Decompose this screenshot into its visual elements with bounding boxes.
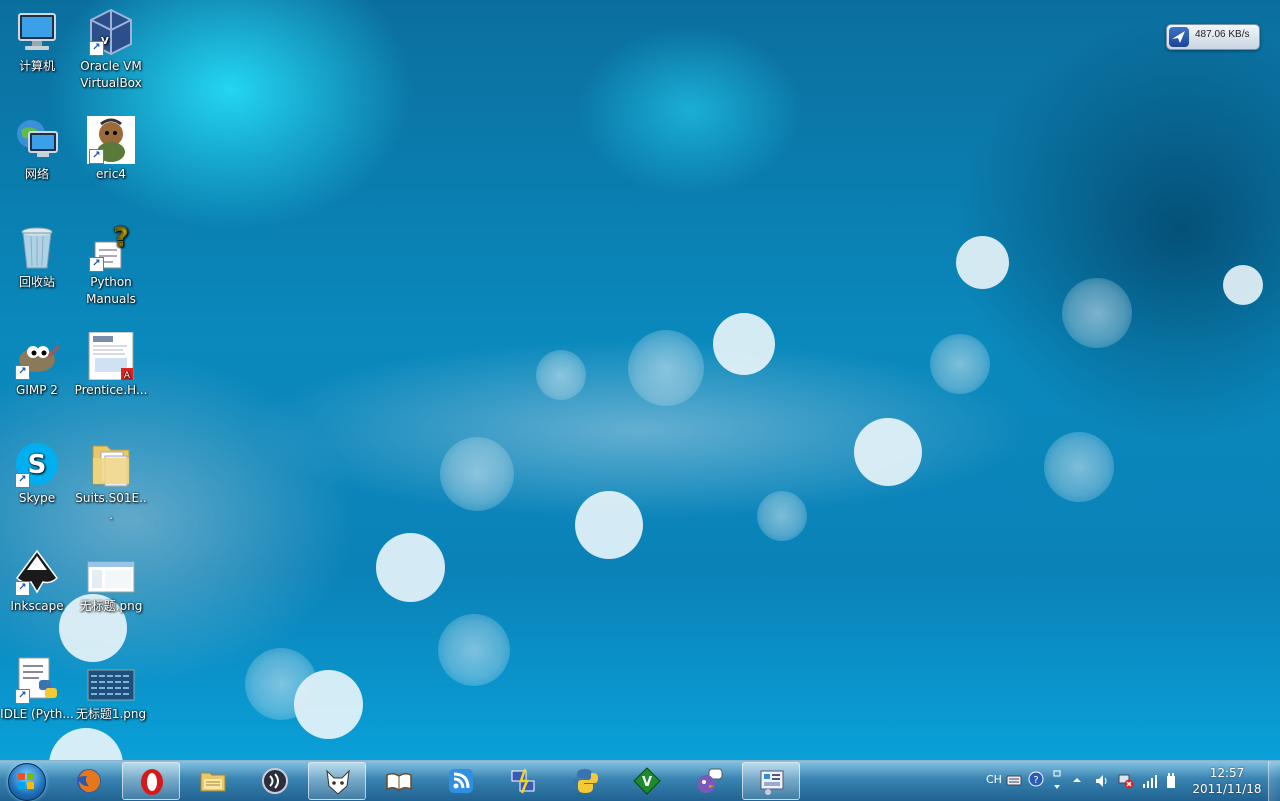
desktop-icon-label: 网络 — [24, 167, 49, 181]
desktop-icon-label: 回收站 — [18, 275, 55, 289]
taskbar-book-reader[interactable] — [370, 762, 428, 800]
network-tool-icon — [511, 768, 535, 794]
desktop-icon-folder[interactable]: Suits.S01E... — [74, 440, 148, 524]
image-file-icon — [87, 656, 135, 704]
windows-logo-icon — [18, 773, 34, 789]
vim-icon: V — [633, 767, 661, 795]
desktop-icon-label: Python Manuals — [86, 275, 136, 306]
file-explorer-icon — [200, 772, 226, 792]
book-reader-icon — [386, 772, 412, 791]
image-file-icon — [87, 548, 135, 596]
desktop-icon-label: GIMP 2 — [16, 383, 58, 397]
taskbar-firefox[interactable] — [60, 762, 118, 800]
desktop-icon-label: Prentice.H... — [74, 383, 148, 397]
svg-text:?: ? — [1033, 775, 1038, 786]
clock-date: 2011/11/18 — [1192, 782, 1262, 796]
volume-icon[interactable] — [1094, 773, 1110, 789]
desktop[interactable]: 计算机 网络 回收站 ↗ GIMP 2 S ↗ Skype ↗ Inkscape — [0, 0, 1280, 760]
desktop-icon-label: 无标题1.png — [75, 707, 147, 721]
system-tray: CH ? — [982, 761, 1182, 801]
gimp-icon: ↗ — [13, 332, 61, 380]
firefox-icon — [77, 769, 101, 793]
svg-text:S: S — [28, 450, 47, 480]
desktop-icon-eric4[interactable]: ↗ eric4 — [74, 116, 148, 183]
taskbar-network-tool[interactable] — [494, 762, 552, 800]
desktop-icon-virtualbox[interactable]: V ↗ Oracle VM VirtualBox — [74, 8, 148, 92]
desktop-icon-computer[interactable]: 计算机 — [0, 8, 74, 75]
recycle-bin-icon — [13, 224, 61, 272]
control-panel-icon — [760, 770, 784, 795]
taskbar-media-player[interactable] — [246, 762, 304, 800]
taskbar: V CH ? 12:57 2011/11/18 — [0, 760, 1280, 801]
show-desktop-button[interactable] — [1268, 761, 1280, 801]
desktop-icon-inkscape[interactable]: ↗ Inkscape — [0, 548, 74, 615]
taskbar-foxmail[interactable] — [308, 762, 366, 800]
taskbar-opera[interactable] — [122, 762, 180, 800]
desktop-icon-idle[interactable]: ↗ IDLE (Pyth... — [0, 656, 74, 723]
signal-strength-icon[interactable] — [1142, 773, 1158, 789]
taskbar-python[interactable] — [556, 762, 614, 800]
desktop-icon-recycle-bin[interactable]: 回收站 — [0, 224, 74, 291]
network-icon — [13, 116, 61, 164]
network-speed-value: 487.06 KB/s — [1195, 29, 1250, 40]
help-icon[interactable]: ? — [1028, 771, 1044, 787]
taskbar-control-panel[interactable] — [742, 762, 800, 800]
desktop-icon-label: eric4 — [96, 167, 126, 181]
svg-text:?: ? — [113, 224, 128, 253]
clock[interactable]: 12:57 2011/11/18 — [1186, 765, 1268, 797]
skype-icon: S ↗ — [13, 440, 61, 488]
desktop-icon-gimp[interactable]: ↗ GIMP 2 — [0, 332, 74, 399]
power-icon[interactable] — [1164, 772, 1178, 790]
python-icon — [572, 769, 598, 793]
desktop-icon-label: 计算机 — [18, 59, 55, 73]
desktop-icon-image-2[interactable]: 无标题1.png — [74, 656, 148, 723]
computer-icon — [13, 8, 61, 56]
foxmail-icon — [326, 769, 350, 795]
taskbar-vim[interactable]: V — [618, 762, 676, 800]
keyboard-icon[interactable] — [1006, 773, 1022, 787]
network-speed-meter[interactable]: 487.06 KB/s — [1166, 24, 1260, 50]
desktop-icon-label: 无标题.png — [79, 599, 143, 613]
desktop-icon-label: IDLE (Pyth... — [0, 707, 74, 721]
clock-time: 12:57 — [1209, 766, 1245, 780]
start-button[interactable] — [4, 762, 50, 801]
desktop-icon-label: Skype — [18, 491, 56, 505]
language-indicator[interactable]: CH — [986, 773, 1002, 786]
tray-expand-icon[interactable] — [1072, 775, 1082, 785]
inkscape-icon: ↗ — [13, 548, 61, 596]
ime-options-icon[interactable] — [1052, 769, 1062, 791]
network-disconnected-icon[interactable] — [1118, 773, 1134, 789]
desktop-icon-label: Inkscape — [10, 599, 64, 613]
rss-reader-icon — [449, 769, 473, 793]
pdf-document-icon: A — [87, 331, 135, 381]
desktop-icon-label: Suits.S01E... — [75, 491, 147, 522]
python-manuals-icon: ? ↗ — [87, 223, 135, 272]
taskbar-rss-reader[interactable] — [432, 762, 490, 800]
pidgin-icon — [697, 768, 723, 793]
virtualbox-icon: V ↗ — [87, 8, 135, 56]
network-meter-icon — [1169, 27, 1189, 47]
desktop-icon-python-manuals[interactable]: ? ↗ Python Manuals — [74, 223, 148, 308]
taskbar-pidgin[interactable] — [680, 762, 738, 800]
taskbar-file-explorer[interactable] — [184, 762, 242, 800]
desktop-icon-network[interactable]: 网络 — [0, 116, 74, 183]
desktop-icon-skype[interactable]: S ↗ Skype — [0, 440, 74, 507]
svg-text:A: A — [124, 371, 131, 380]
desktop-icon-pdf[interactable]: A Prentice.H... — [74, 331, 148, 399]
media-player-icon — [262, 768, 288, 794]
svg-text:V: V — [642, 775, 652, 790]
desktop-icon-label: Oracle VM VirtualBox — [80, 59, 142, 90]
eric4-icon: ↗ — [87, 116, 135, 164]
desktop-icon-image-1[interactable]: 无标题.png — [74, 548, 148, 615]
opera-icon — [141, 769, 163, 795]
idle-python-icon: ↗ — [13, 656, 61, 704]
folder-icon — [87, 440, 135, 488]
